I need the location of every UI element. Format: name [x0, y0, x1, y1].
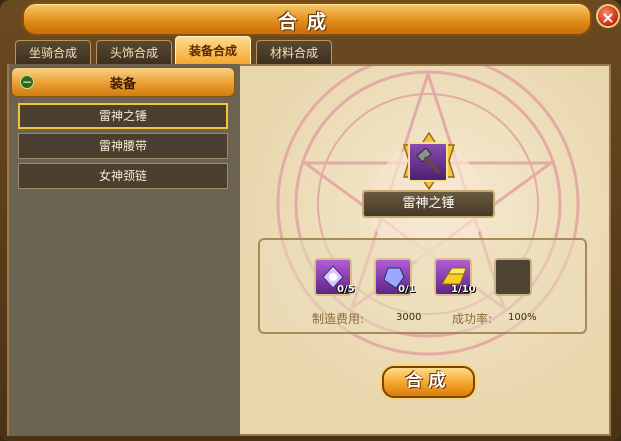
cost-value: 3000 [396, 312, 422, 323]
tab-headwear-craft[interactable]: 头饰合成 [96, 40, 172, 64]
success-rate-value: 100% [508, 312, 537, 323]
window-title: 合成 [277, 11, 336, 33]
cost-label: 制造费用: [312, 312, 365, 326]
hammer-icon [416, 147, 441, 174]
material-count-2: 0/1 [398, 284, 416, 295]
tab-mount-craft[interactable]: 坐骑合成 [15, 40, 91, 64]
success-rate-label: 成功率: [452, 312, 493, 326]
recipe-item-goddess-necklace[interactable]: 女神颈链 [18, 163, 228, 189]
category-header-equipment[interactable]: − 装备 [11, 67, 235, 97]
tab-material-craft[interactable]: 材料合成 [256, 40, 332, 64]
close-button[interactable]: × [596, 4, 620, 28]
material-count-1: 0/5 [337, 284, 355, 295]
product-name: 雷神之锤 [362, 190, 495, 218]
product-slot[interactable] [408, 142, 448, 182]
recipe-item-thor-belt[interactable]: 雷神腰带 [18, 133, 228, 159]
category-label: 装备 [109, 77, 136, 92]
craft-button[interactable]: 合成 [382, 366, 475, 398]
material-slot-4[interactable] [494, 258, 532, 296]
material-count-3: 1/10 [451, 284, 476, 295]
title-bar: 合成 [22, 2, 592, 36]
recipe-item-thor-hammer[interactable]: 雷神之锤 [18, 103, 228, 129]
tab-equipment-craft[interactable]: 装备合成 [175, 36, 251, 64]
tab-bar: 坐骑合成 头饰合成 装备合成 材料合成 [0, 36, 621, 64]
cost-row: 制造费用: 3000 成功率: 100% [268, 307, 584, 327]
